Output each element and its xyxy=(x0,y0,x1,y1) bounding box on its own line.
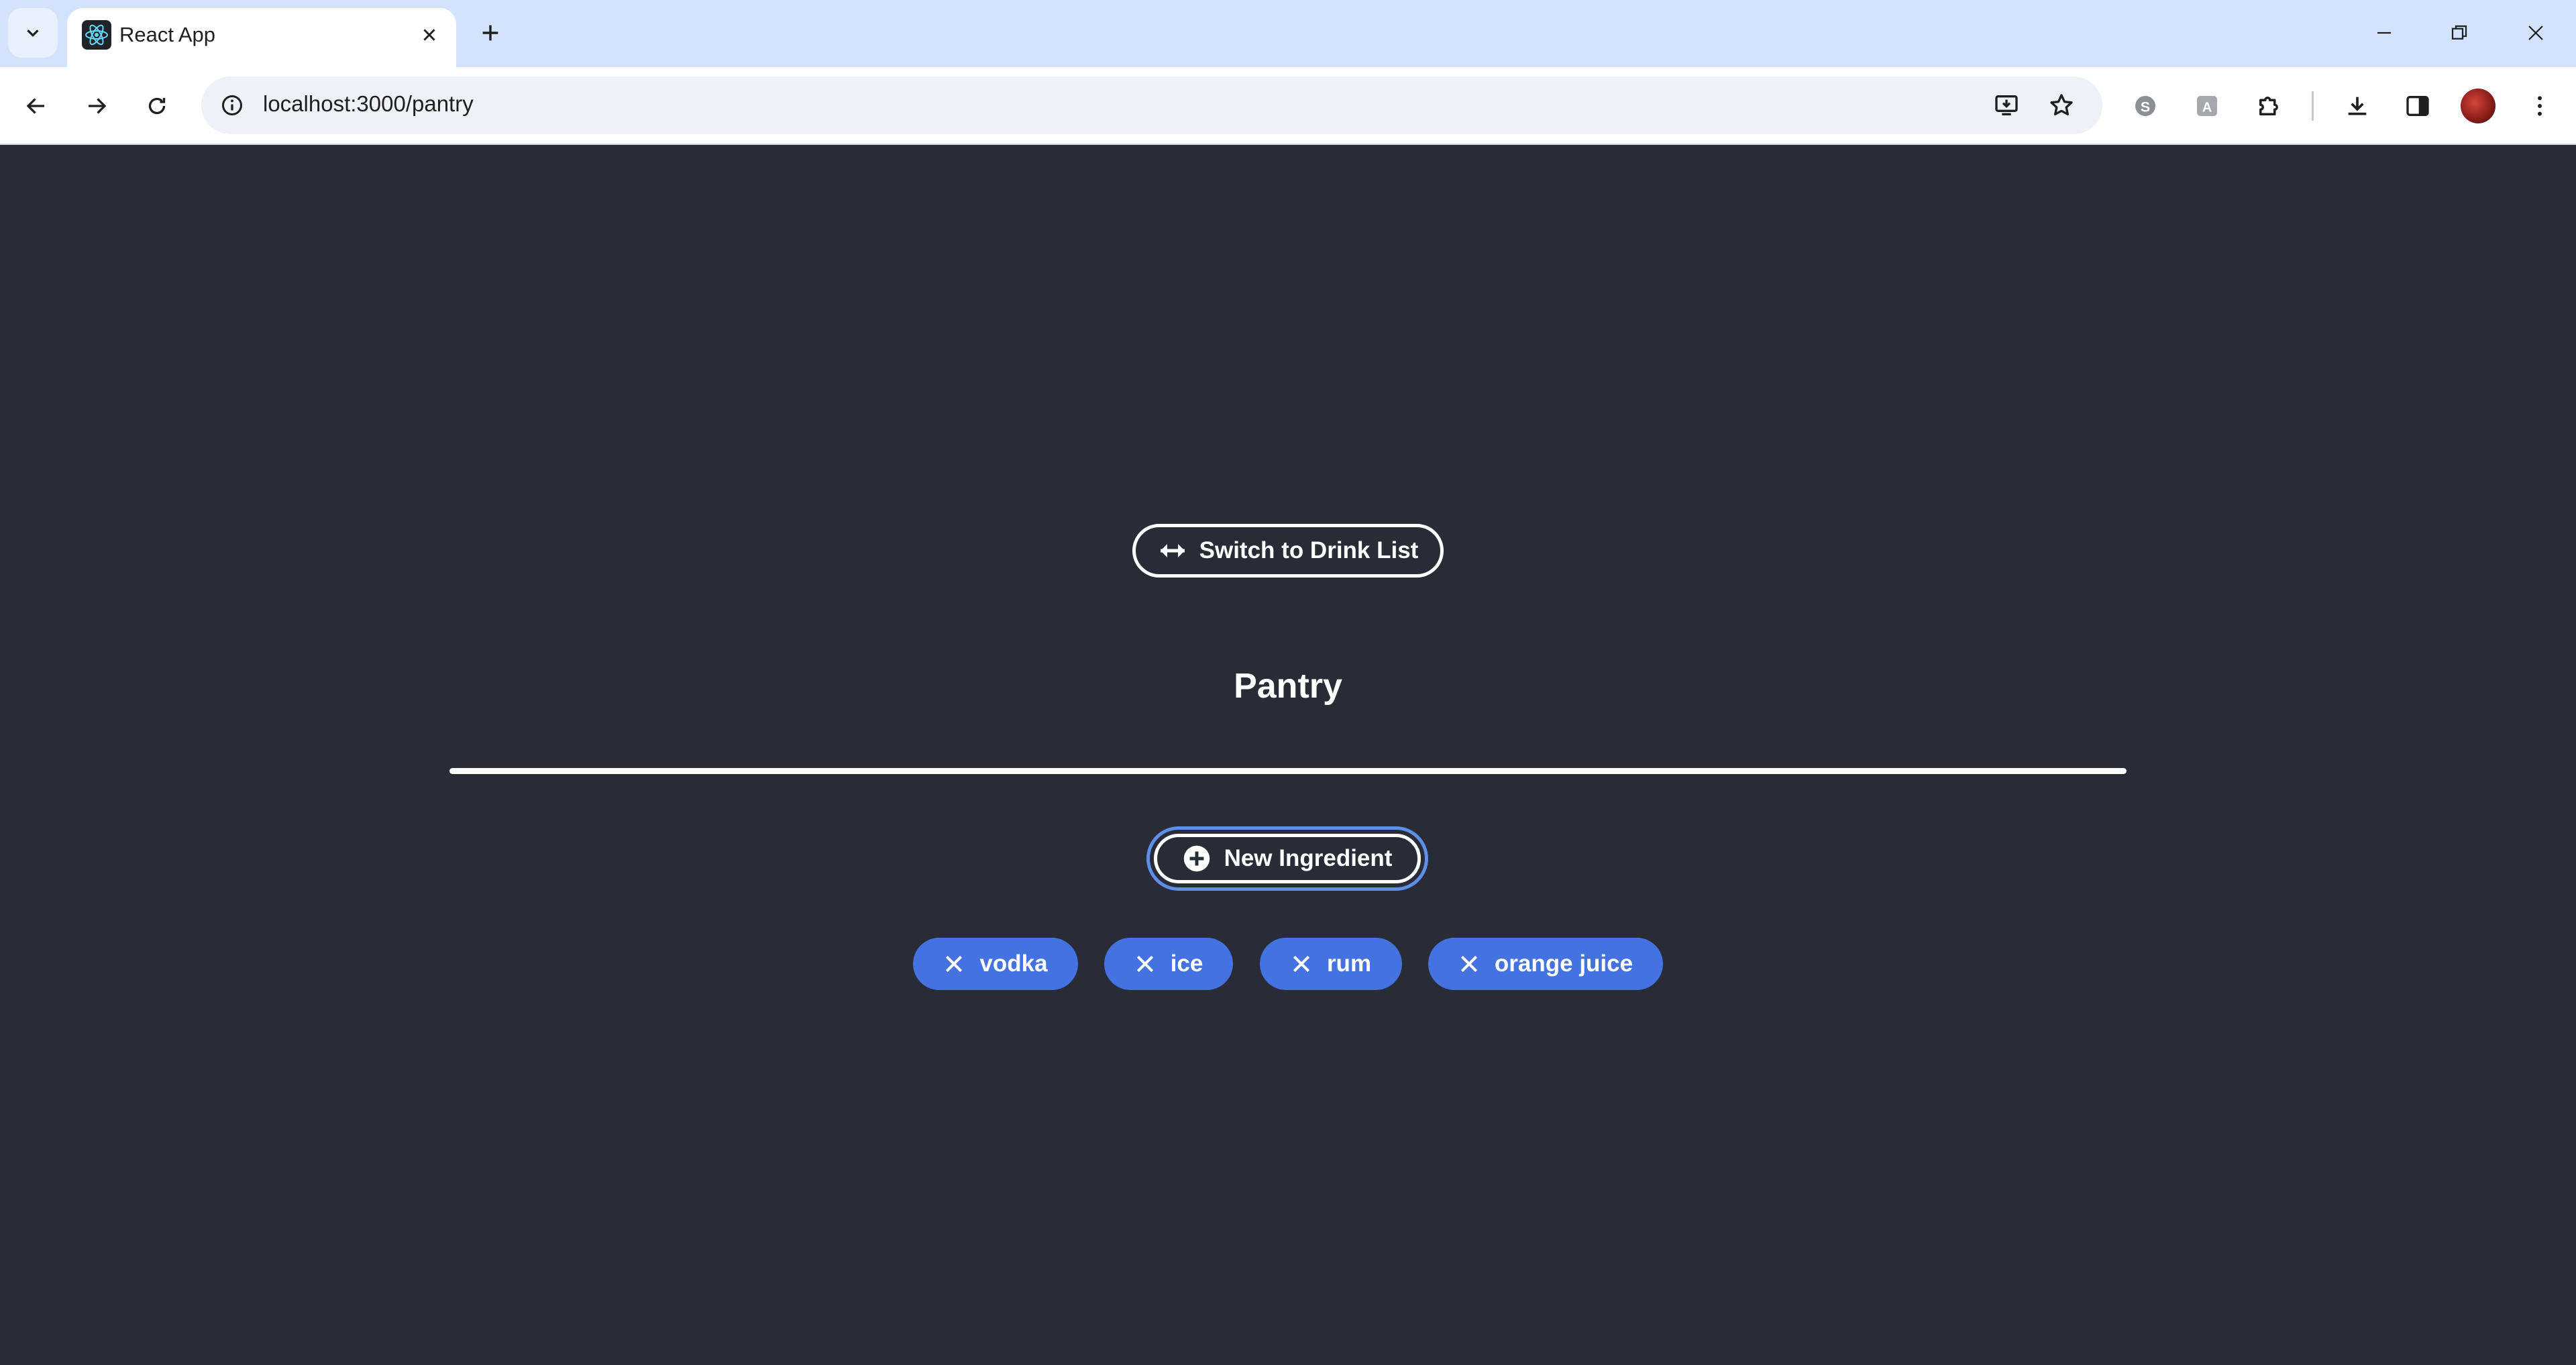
new-tab-button[interactable] xyxy=(474,16,507,50)
browser-toolbar: localhost:3000/pantry S A xyxy=(0,67,2576,145)
skype-extension-button[interactable]: S xyxy=(2125,86,2165,126)
extensions-button[interactable] xyxy=(2249,86,2289,126)
page-title: Pantry xyxy=(1234,667,1342,706)
ingredient-label: rum xyxy=(1326,950,1372,977)
minimize-icon xyxy=(2377,32,2391,34)
ingredient-label: vodka xyxy=(979,950,1048,977)
site-info-button[interactable] xyxy=(217,91,247,120)
svg-text:S: S xyxy=(2141,98,2150,115)
bookmark-button[interactable] xyxy=(2046,90,2077,121)
puzzle-icon xyxy=(2259,97,2278,115)
translate-icon: A xyxy=(2197,96,2217,116)
divider xyxy=(449,768,2127,774)
page-content: Switch to Drink List Pantry New Ingredie… xyxy=(0,146,2576,1365)
star-icon xyxy=(2050,94,2073,115)
profile-avatar[interactable] xyxy=(2461,89,2496,123)
kebab-menu-icon xyxy=(2538,96,2542,116)
ingredient-chip[interactable]: orange juice xyxy=(1428,938,1663,990)
new-ingredient-button[interactable]: New Ingredient xyxy=(1154,834,1421,883)
plus-circle-icon xyxy=(1183,845,1210,872)
ingredient-label: orange juice xyxy=(1494,950,1633,977)
new-ingredient-label: New Ingredient xyxy=(1224,845,1393,871)
reload-icon xyxy=(148,97,166,115)
tab-close-button[interactable] xyxy=(416,21,443,48)
ingredient-list: vodka ice rum orange juice xyxy=(0,938,2576,991)
ingredient-chip[interactable]: vodka xyxy=(913,938,1078,990)
install-app-icon xyxy=(1995,95,2018,115)
download-icon xyxy=(2348,97,2367,115)
browser-tabstrip: React App xyxy=(0,0,2576,67)
downloads-button[interactable] xyxy=(2337,86,2377,126)
tab-title: React App xyxy=(119,23,216,46)
browser-tab[interactable]: React App xyxy=(67,8,456,67)
forward-button[interactable] xyxy=(75,85,118,127)
close-icon xyxy=(2528,25,2543,40)
close-icon xyxy=(423,29,435,41)
restore-icon xyxy=(2451,25,2467,40)
back-button[interactable] xyxy=(15,85,58,127)
skype-icon: S xyxy=(2135,96,2155,116)
switch-to-drink-list-button[interactable]: Switch to Drink List xyxy=(1132,524,1444,578)
svg-text:A: A xyxy=(2202,100,2212,115)
close-icon xyxy=(1136,955,1153,973)
browser-menu-button[interactable] xyxy=(2520,86,2560,126)
info-icon xyxy=(222,95,242,115)
arrow-right-icon xyxy=(89,98,107,114)
minimize-button[interactable] xyxy=(2357,9,2411,56)
react-icon xyxy=(82,20,111,50)
install-app-button[interactable] xyxy=(1991,90,2022,121)
reload-button[interactable] xyxy=(136,85,178,127)
ingredient-chip[interactable]: ice xyxy=(1104,938,1233,990)
address-bar[interactable]: localhost:3000/pantry xyxy=(201,76,2102,134)
close-icon xyxy=(946,955,963,973)
plus-icon xyxy=(482,25,498,41)
close-window-button[interactable] xyxy=(2509,9,2563,56)
translate-extension-button[interactable]: A xyxy=(2187,86,2227,126)
restore-button[interactable] xyxy=(2432,9,2486,56)
tab-search-button[interactable] xyxy=(8,8,58,58)
toolbar-separator xyxy=(2312,91,2314,121)
ingredient-chip[interactable]: rum xyxy=(1260,938,1402,990)
arrow-left-icon xyxy=(26,98,44,114)
chevron-down-icon xyxy=(27,30,39,38)
side-panel-icon xyxy=(2406,96,2429,116)
side-panel-button[interactable] xyxy=(2398,86,2438,126)
switch-button-label: Switch to Drink List xyxy=(1199,537,1419,563)
arrows-left-right-icon xyxy=(1160,544,1185,557)
ingredient-label: ice xyxy=(1170,950,1203,977)
close-icon xyxy=(1460,955,1477,973)
close-icon xyxy=(1293,955,1310,973)
url-text[interactable]: localhost:3000/pantry xyxy=(263,91,474,117)
